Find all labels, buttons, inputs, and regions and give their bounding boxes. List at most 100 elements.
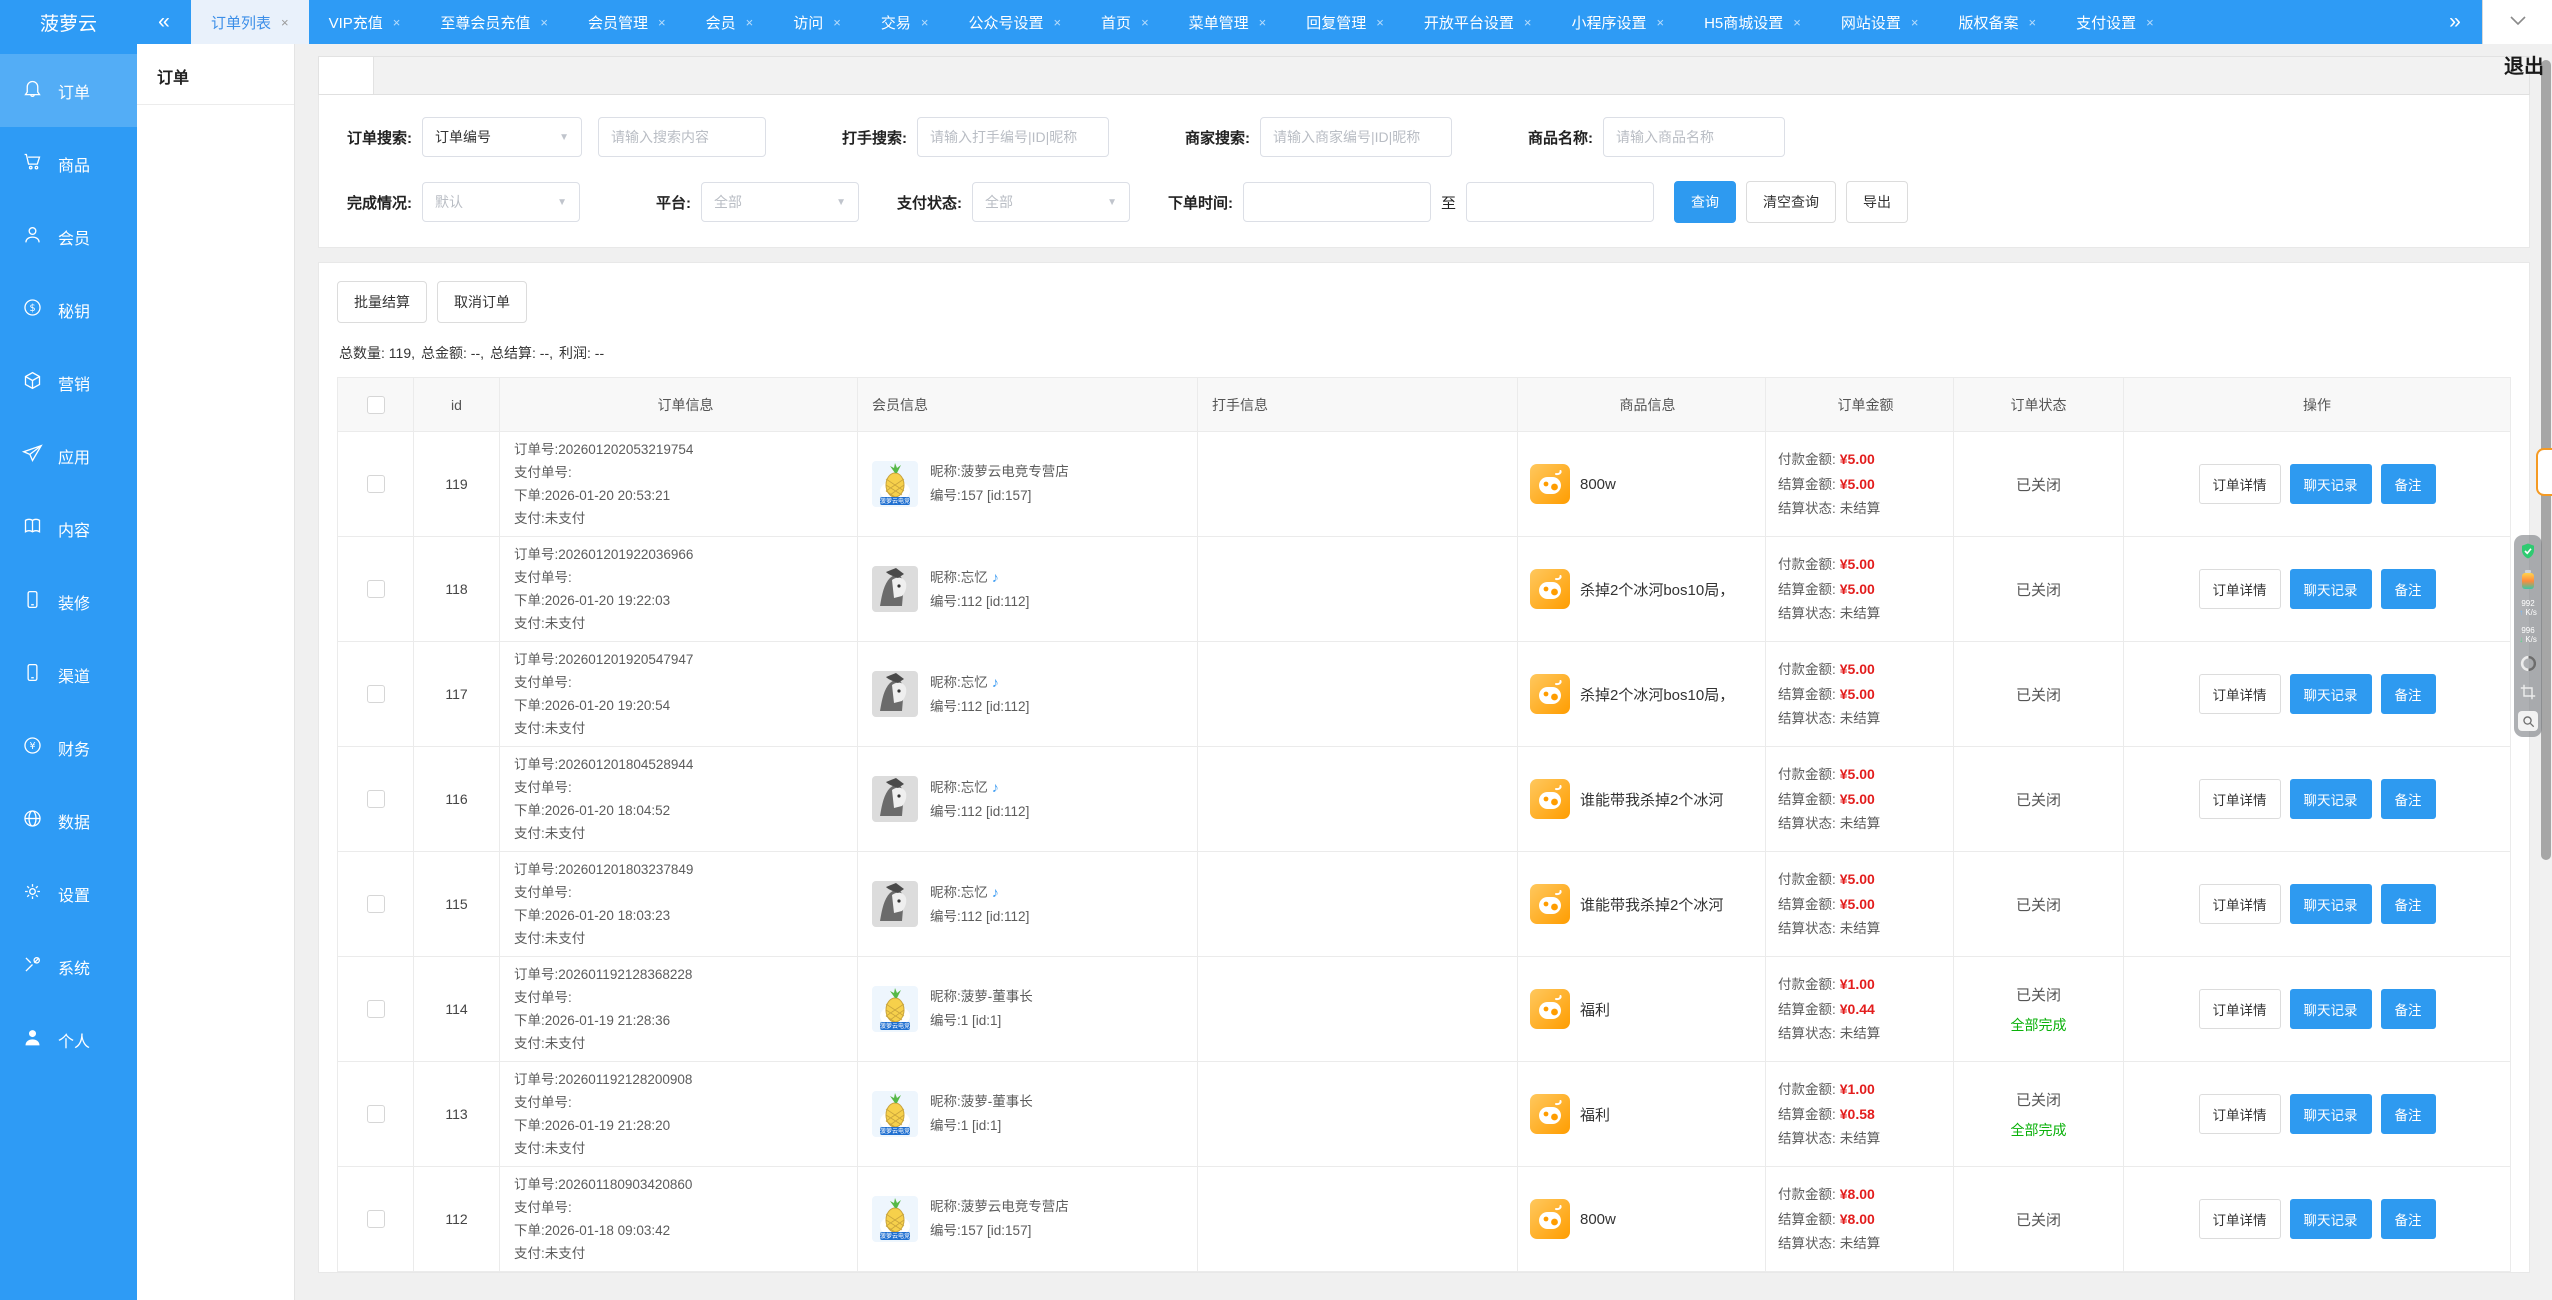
order-detail-button[interactable]: 订单详情 xyxy=(2199,674,2281,714)
status-tab[interactable] xyxy=(860,57,914,94)
sidebar-item[interactable]: 商品 xyxy=(0,127,137,200)
merchant-search-input[interactable]: 请输入商家编号|ID|昵称 xyxy=(1260,117,1452,157)
close-icon[interactable]: × xyxy=(2146,15,2154,30)
sidebar-item[interactable]: ¥ 财务 xyxy=(0,711,137,784)
close-icon[interactable]: × xyxy=(921,15,929,30)
topbar-tab[interactable]: 网站设置 × xyxy=(1821,0,1939,44)
submenu-item[interactable] xyxy=(137,321,294,365)
remark-button[interactable]: 备注 xyxy=(2381,464,2436,504)
topbar-tab[interactable]: 访问 × xyxy=(773,0,861,44)
sidebar-item[interactable]: 装修 xyxy=(0,565,137,638)
topbar-tab[interactable]: 小程序设置 × xyxy=(1551,0,1684,44)
row-checkbox[interactable] xyxy=(367,580,385,598)
topbar-tab[interactable]: 菜单管理 × xyxy=(1169,0,1287,44)
sidebar-item[interactable]: 营销 xyxy=(0,346,137,419)
close-icon[interactable]: × xyxy=(540,15,548,30)
remark-button[interactable]: 备注 xyxy=(2381,1094,2436,1134)
chat-log-button[interactable]: 聊天记录 xyxy=(2290,989,2372,1029)
status-tab[interactable] xyxy=(536,57,590,94)
tabs-overflow-button[interactable]: » xyxy=(2428,0,2482,44)
order-time-end-input[interactable] xyxy=(1466,182,1654,222)
shield-check-icon[interactable] xyxy=(2518,541,2538,561)
cancel-order-button[interactable]: 取消订单 xyxy=(437,281,527,323)
close-icon[interactable]: × xyxy=(1524,15,1532,30)
order-detail-button[interactable]: 订单详情 xyxy=(2199,884,2281,924)
query-button[interactable]: 查询 xyxy=(1674,181,1736,223)
topbar-tab[interactable]: 会员管理 × xyxy=(568,0,686,44)
row-checkbox[interactable] xyxy=(367,685,385,703)
sidebar-item[interactable]: 数据 xyxy=(0,784,137,857)
sidebar-item[interactable]: 设置 xyxy=(0,857,137,930)
status-tab[interactable] xyxy=(752,57,806,94)
chat-log-button[interactable]: 聊天记录 xyxy=(2290,569,2372,609)
topbar-tab[interactable]: H5商城设置 × xyxy=(1684,0,1821,44)
finish-select[interactable]: 默认▼ xyxy=(422,182,580,222)
clear-query-button[interactable]: 清空查询 xyxy=(1746,181,1836,223)
topbar-tab[interactable]: 版权备案 × xyxy=(1938,0,2056,44)
order-detail-button[interactable]: 订单详情 xyxy=(2199,1199,2281,1239)
sidebar-item[interactable]: 订单 xyxy=(0,54,137,127)
submenu-item[interactable] xyxy=(137,373,294,417)
chat-log-button[interactable]: 聊天记录 xyxy=(2290,464,2372,504)
close-icon[interactable]: × xyxy=(1911,15,1919,30)
status-tab[interactable] xyxy=(590,57,644,94)
submenu-item[interactable] xyxy=(137,425,294,469)
order-search-input[interactable]: 请输入搜索内容 xyxy=(598,117,766,157)
collapse-sidebar-button[interactable]: « xyxy=(137,0,191,44)
remark-button[interactable]: 备注 xyxy=(2381,674,2436,714)
submenu-item[interactable] xyxy=(137,113,294,157)
order-detail-button[interactable]: 订单详情 xyxy=(2199,989,2281,1029)
close-icon[interactable]: × xyxy=(833,15,841,30)
logout-link[interactable]: 退出 xyxy=(2504,50,2544,79)
row-checkbox[interactable] xyxy=(367,1000,385,1018)
status-tab[interactable] xyxy=(698,57,752,94)
record-circle-icon[interactable] xyxy=(2518,653,2538,673)
status-tab[interactable] xyxy=(319,57,374,94)
close-icon[interactable]: × xyxy=(1793,15,1801,30)
battery-status-icon[interactable] xyxy=(2518,570,2538,590)
crop-screenshot-icon[interactable] xyxy=(2518,682,2538,702)
row-checkbox[interactable] xyxy=(367,1210,385,1228)
row-checkbox[interactable] xyxy=(367,1105,385,1123)
close-icon[interactable]: × xyxy=(1259,15,1267,30)
order-detail-button[interactable]: 订单详情 xyxy=(2199,779,2281,819)
close-icon[interactable]: × xyxy=(746,15,754,30)
order-time-start-input[interactable] xyxy=(1243,182,1431,222)
sidebar-item[interactable]: 应用 xyxy=(0,419,137,492)
chat-log-button[interactable]: 聊天记录 xyxy=(2290,1094,2372,1134)
status-tab[interactable] xyxy=(806,57,860,94)
sidebar-item[interactable]: 个人 xyxy=(0,1003,137,1076)
tabs-dropdown-button[interactable] xyxy=(2482,0,2552,44)
close-icon[interactable]: × xyxy=(1053,15,1061,30)
topbar-tab[interactable]: 开放平台设置 × xyxy=(1404,0,1552,44)
platform-select[interactable]: 全部▼ xyxy=(701,182,859,222)
status-tab[interactable] xyxy=(374,57,428,94)
sidebar-item[interactable]: 内容 xyxy=(0,492,137,565)
topbar-tab[interactable]: 回复管理 × xyxy=(1286,0,1404,44)
order-detail-button[interactable]: 订单详情 xyxy=(2199,1094,2281,1134)
status-tab[interactable] xyxy=(428,57,482,94)
chat-log-button[interactable]: 聊天记录 xyxy=(2290,779,2372,819)
remark-button[interactable]: 备注 xyxy=(2381,779,2436,819)
topbar-tab[interactable]: 公众号设置 × xyxy=(948,0,1081,44)
product-name-input[interactable]: 请输入商品名称 xyxy=(1603,117,1785,157)
close-icon[interactable]: × xyxy=(281,15,289,30)
topbar-tab[interactable]: 会员 × xyxy=(686,0,774,44)
sidebar-item[interactable]: 渠道 xyxy=(0,638,137,711)
status-tab[interactable] xyxy=(482,57,536,94)
topbar-tab[interactable]: 交易 × xyxy=(861,0,949,44)
search-zoom-icon[interactable] xyxy=(2518,711,2538,731)
topbar-tab[interactable]: 首页 × xyxy=(1081,0,1169,44)
hitter-search-input[interactable]: 请输入打手编号|ID|昵称 xyxy=(917,117,1109,157)
submenu-item[interactable] xyxy=(137,217,294,261)
sidebar-item[interactable]: $ 秘钥 xyxy=(0,273,137,346)
topbar-tab[interactable]: 支付设置 × xyxy=(2056,0,2174,44)
sidebar-item[interactable]: 系统 xyxy=(0,930,137,1003)
submenu-item[interactable] xyxy=(137,269,294,313)
export-button[interactable]: 导出 xyxy=(1846,181,1908,223)
close-icon[interactable]: × xyxy=(658,15,666,30)
close-icon[interactable]: × xyxy=(393,15,401,30)
chat-log-button[interactable]: 聊天记录 xyxy=(2290,674,2372,714)
row-checkbox[interactable] xyxy=(367,790,385,808)
topbar-tab[interactable]: 至尊会员充值 × xyxy=(420,0,568,44)
